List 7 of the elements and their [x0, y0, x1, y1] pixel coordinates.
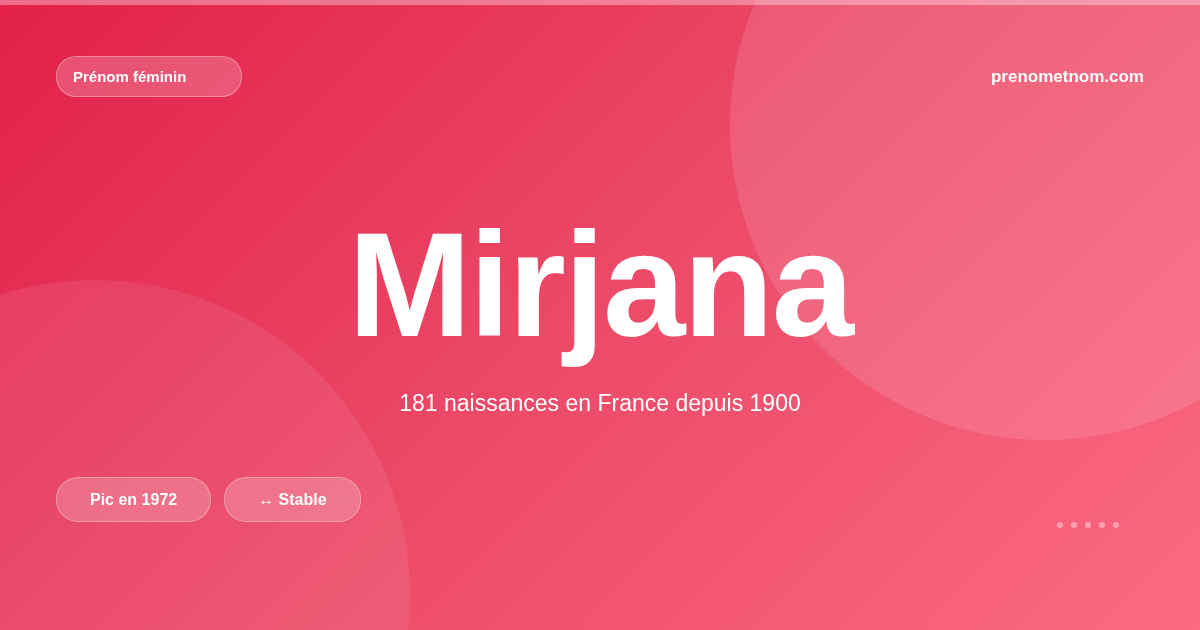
first-name-title: Mirjana: [346, 201, 855, 369]
site-name: prenometnom.com: [990, 66, 1144, 87]
stat-pill: Pic en 1972: [56, 477, 212, 522]
dots-drawing: [1057, 521, 1119, 529]
category-badge: Prénom féminin: [56, 56, 242, 97]
subtitle: 181 naissances en France depuis 1900: [399, 389, 801, 417]
stat-pill: ↔ Stable: [224, 477, 361, 522]
